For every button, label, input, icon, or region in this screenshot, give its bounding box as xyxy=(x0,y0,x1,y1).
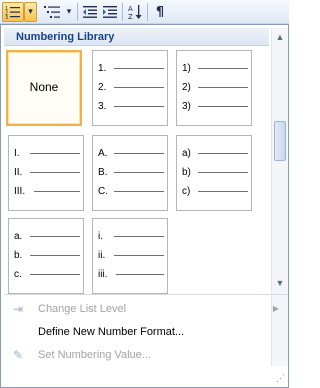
numbering-tile-decimal-period[interactable]: 1. 2. 3. xyxy=(92,50,168,126)
list-row: I. xyxy=(14,146,80,160)
increase-indent-button[interactable] xyxy=(100,2,120,22)
chevron-down-icon: ▾ xyxy=(28,7,33,17)
list-row: ii. xyxy=(98,248,164,262)
sort-button[interactable]: A Z xyxy=(125,2,145,22)
resize-grip-icon[interactable]: ⋰ xyxy=(263,371,285,386)
toolbar-separator xyxy=(122,3,123,21)
list-row: II. xyxy=(14,165,80,179)
change-level-icon: ⇥ xyxy=(12,302,24,316)
change-list-level-label: Change List Level xyxy=(38,303,127,315)
list-row: C. xyxy=(98,184,164,198)
none-label: None xyxy=(29,80,59,94)
multilevel-list-icon xyxy=(44,6,60,18)
scroll-thumb[interactable] xyxy=(274,121,286,161)
list-row: 1) xyxy=(182,61,248,75)
multilevel-list-button[interactable] xyxy=(40,2,66,22)
toolbar-separator xyxy=(77,3,78,21)
numbering-button[interactable]: 1 2 3 xyxy=(2,2,24,22)
numbering-none-tile[interactable]: None xyxy=(6,50,82,126)
numbering-dropdown-panel: Numbering Library None 1. 2. 3. 1) 2) 3)… xyxy=(0,24,289,388)
svg-text:Z: Z xyxy=(128,13,133,20)
pilcrow-icon: ¶ xyxy=(155,4,165,20)
list-row: 3) xyxy=(182,99,248,113)
list-row: III. xyxy=(14,184,80,198)
scroll-down-icon[interactable]: ▼ xyxy=(272,276,288,290)
toolbar-separator xyxy=(147,3,148,21)
list-row: i. xyxy=(98,229,164,243)
list-row: B. xyxy=(98,165,164,179)
define-format-label: Define New Number Format... xyxy=(38,326,185,338)
show-marks-button[interactable]: ¶ xyxy=(150,2,170,22)
numbering-list-icon: 1 2 3 xyxy=(5,6,20,19)
list-row: b) xyxy=(182,165,248,179)
numbering-dropdown-button[interactable]: ▾ xyxy=(24,2,37,22)
set-numbering-value-label: Set Numbering Value... xyxy=(38,349,151,361)
decrease-indent-icon xyxy=(83,6,97,18)
menu-separator xyxy=(4,294,287,295)
multilevel-dropdown-button[interactable]: ▾ xyxy=(64,2,74,22)
numbering-tile-lower-roman[interactable]: i. ii. iii. xyxy=(92,218,168,294)
list-row: A. xyxy=(98,146,164,160)
paragraph-toolbar: 1 2 3 ▾ ▾ A Z ¶ xyxy=(0,0,289,24)
list-row: c. xyxy=(14,267,80,281)
numbering-tile-lower-alpha-paren[interactable]: a) b) c) xyxy=(176,135,252,211)
svg-text:A: A xyxy=(128,5,133,13)
list-row: b. xyxy=(14,248,80,262)
sort-icon: A Z xyxy=(128,5,142,20)
numbering-tile-upper-alpha[interactable]: A. B. C. xyxy=(92,135,168,211)
chevron-down-icon: ▾ xyxy=(66,7,72,17)
change-list-level-item[interactable]: ⇥ Change List Level ▶ xyxy=(4,298,287,320)
svg-text:3: 3 xyxy=(5,15,8,19)
list-row: a) xyxy=(182,146,248,160)
list-row: 1. xyxy=(98,61,164,75)
list-row: 2) xyxy=(182,80,248,94)
set-numbering-value-item[interactable]: ✎ Set Numbering Value... xyxy=(4,344,287,366)
numbering-value-icon: ✎ xyxy=(12,348,24,362)
decrease-indent-button[interactable] xyxy=(80,2,100,22)
list-row: 3. xyxy=(98,99,164,113)
library-header: Numbering Library xyxy=(4,28,269,46)
numbering-tile-upper-roman[interactable]: I. II. III. xyxy=(8,135,84,211)
numbering-tile-lower-alpha-period[interactable]: a. b. c. xyxy=(8,218,84,294)
list-row: c) xyxy=(182,184,248,198)
define-new-number-format-item[interactable]: Define New Number Format... xyxy=(4,321,287,343)
list-row: a. xyxy=(14,229,80,243)
list-row: iii. xyxy=(98,267,164,281)
scroll-up-icon[interactable]: ▲ xyxy=(272,30,288,44)
increase-indent-icon xyxy=(103,6,117,18)
numbering-tile-decimal-paren[interactable]: 1) 2) 3) xyxy=(176,50,252,126)
list-row: 2. xyxy=(98,80,164,94)
submenu-arrow-icon: ▶ xyxy=(272,304,279,313)
